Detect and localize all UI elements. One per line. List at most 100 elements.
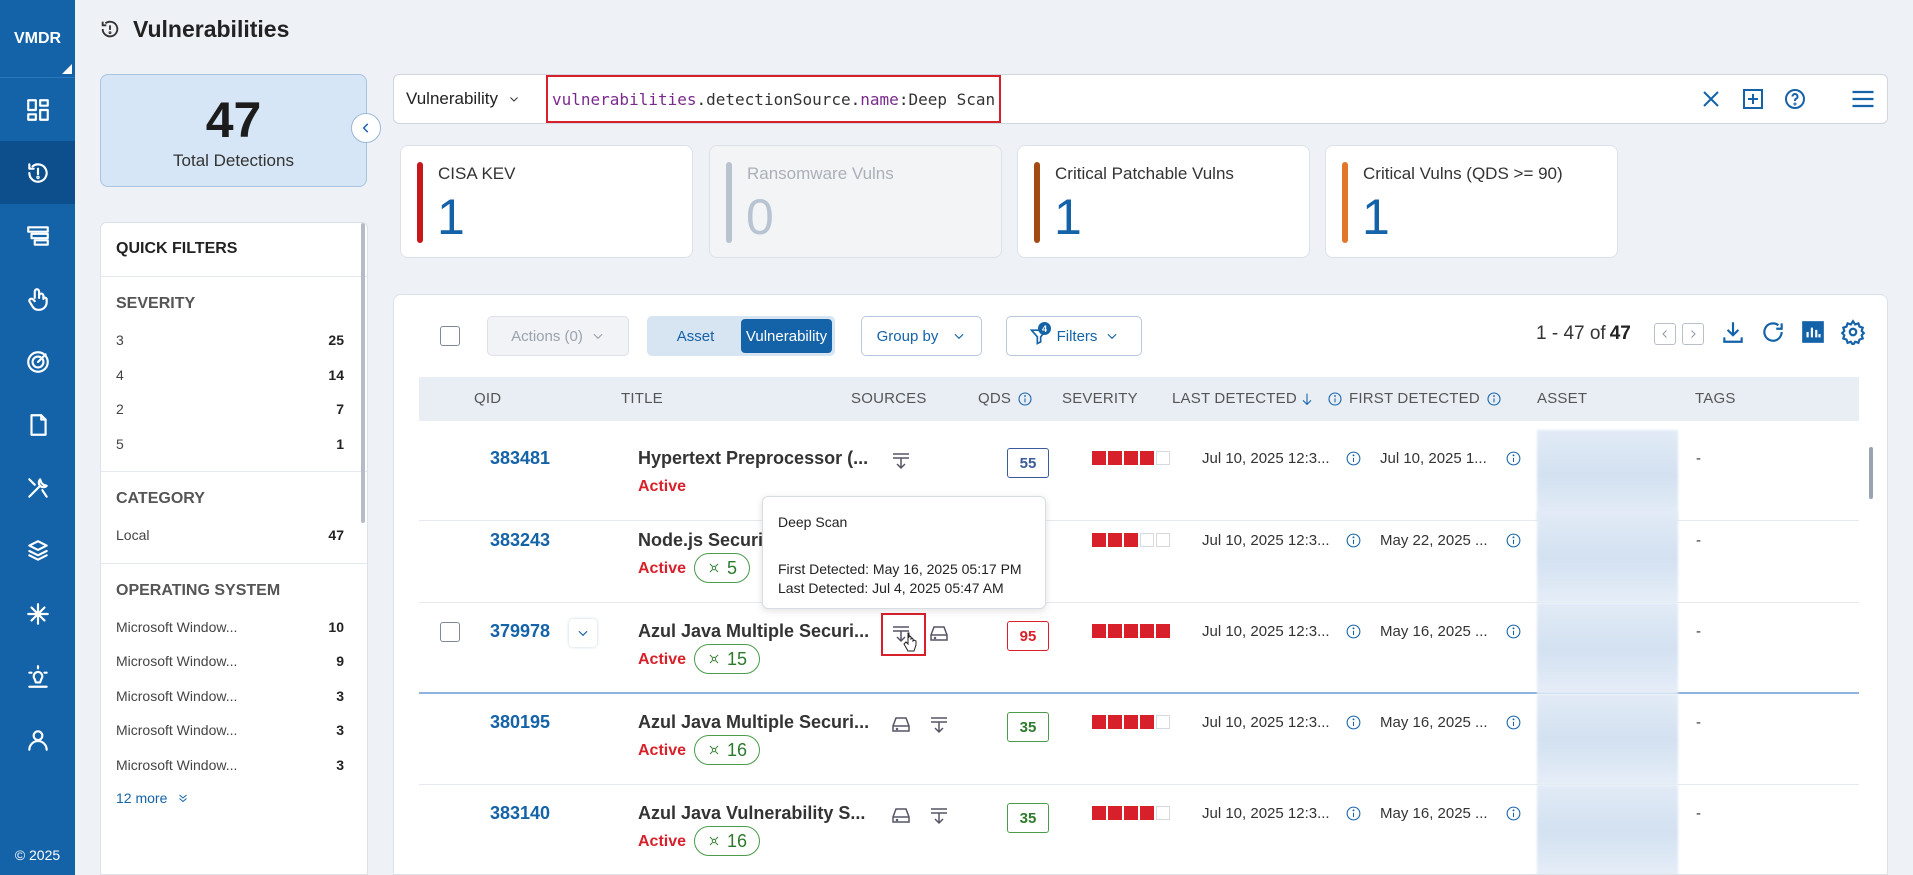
quick-filters-scrollbar[interactable] xyxy=(361,223,365,523)
os-filter-item[interactable]: Microsoft Window... 3 xyxy=(116,713,352,748)
expand-row-button[interactable] xyxy=(569,619,597,647)
download-icon[interactable] xyxy=(1720,319,1746,345)
column-header-severity[interactable]: SEVERITY xyxy=(1062,377,1138,421)
severity-filter-item[interactable]: 27 xyxy=(116,392,352,427)
settings-gear-icon[interactable] xyxy=(1840,319,1866,345)
stat-card-cisa-kev[interactable]: CISA KEV 1 xyxy=(400,145,693,258)
select-all-checkbox[interactable] xyxy=(440,326,460,346)
add-query-icon[interactable] xyxy=(1741,87,1765,111)
vuln-title[interactable]: Node.js Securit xyxy=(638,530,769,551)
agent-source-icon[interactable] xyxy=(889,712,913,736)
nav-users[interactable] xyxy=(0,708,75,771)
nav-reports[interactable] xyxy=(0,393,75,456)
info-icon[interactable] xyxy=(1345,805,1362,822)
info-icon[interactable] xyxy=(1505,623,1522,640)
nav-vulnerabilities[interactable] xyxy=(0,141,75,204)
info-icon[interactable] xyxy=(1505,805,1522,822)
info-icon[interactable] xyxy=(1505,450,1522,467)
info-icon[interactable] xyxy=(1486,391,1502,407)
threat-count-badge[interactable]: 5 xyxy=(694,553,751,583)
deep-scan-source-icon[interactable] xyxy=(889,448,913,472)
table-row[interactable]: 383481 Hypertext Preprocessor (... Activ… xyxy=(419,430,1859,521)
info-icon[interactable] xyxy=(1345,714,1362,731)
filters-button[interactable]: 4 Filters xyxy=(1006,316,1142,356)
show-more-link[interactable]: 12 more xyxy=(116,782,352,820)
search-query-input[interactable]: vulnerabilities. detectionSource. name:Dee… xyxy=(546,75,1002,123)
os-filter-item[interactable]: Microsoft Window... 10 xyxy=(116,610,352,645)
os-filter-item[interactable]: Microsoft Window... 3 xyxy=(116,679,352,714)
stat-card-ransomware[interactable]: Ransomware Vulns 0 xyxy=(709,145,1002,258)
qid-link[interactable]: 383481 xyxy=(490,448,550,469)
view-asset-button[interactable]: Asset xyxy=(650,319,741,353)
help-icon[interactable] xyxy=(1783,87,1807,111)
asset-redacted[interactable] xyxy=(1537,512,1678,603)
row-checkbox[interactable] xyxy=(440,622,460,642)
info-icon[interactable] xyxy=(1505,532,1522,549)
os-filter-item[interactable]: Microsoft Window... 3 xyxy=(116,748,352,783)
asset-redacted[interactable] xyxy=(1537,603,1678,694)
actions-button[interactable]: Actions (0) xyxy=(487,316,629,356)
table-row[interactable]: 380195 Azul Java Multiple Securi... Acti… xyxy=(419,694,1859,785)
info-icon[interactable] xyxy=(1017,391,1033,407)
column-header-qid[interactable]: QID xyxy=(474,377,501,421)
nav-scans[interactable] xyxy=(0,330,75,393)
view-vulnerability-button[interactable]: Vulnerability xyxy=(741,319,832,353)
vuln-title[interactable]: Azul Java Multiple Securi... xyxy=(638,621,869,642)
nav-configuration[interactable] xyxy=(0,582,75,645)
info-icon[interactable] xyxy=(1345,450,1362,467)
menu-icon[interactable] xyxy=(1849,85,1877,113)
info-icon[interactable] xyxy=(1345,532,1362,549)
column-header-qds[interactable]: QDS xyxy=(978,377,1033,421)
table-row[interactable]: 379978 Azul Java Multiple Securi... Acti… xyxy=(419,603,1859,694)
agent-source-icon[interactable] xyxy=(889,803,913,827)
refresh-icon[interactable] xyxy=(1760,319,1786,345)
info-icon[interactable] xyxy=(1505,714,1522,731)
table-scrollbar[interactable] xyxy=(1869,447,1873,499)
column-header-asset[interactable]: ASSET xyxy=(1537,377,1587,421)
info-icon[interactable] xyxy=(1327,391,1343,407)
nav-knowledgebase[interactable] xyxy=(0,645,75,708)
agent-source-icon[interactable] xyxy=(927,621,951,645)
table-row[interactable]: 383243 Node.js Securit Active 5 Jul 10, … xyxy=(419,512,1859,603)
clear-search-icon[interactable] xyxy=(1699,87,1723,111)
severity-filter-item[interactable]: 3 25 xyxy=(116,323,352,358)
qid-link[interactable]: 383243 xyxy=(490,530,550,551)
severity-filter-item[interactable]: 51 xyxy=(116,427,352,462)
asset-redacted[interactable] xyxy=(1537,430,1678,521)
asset-redacted[interactable] xyxy=(1537,694,1678,785)
nav-prioritization[interactable] xyxy=(0,204,75,267)
nav-responses[interactable] xyxy=(0,267,75,330)
column-header-title[interactable]: TITLE xyxy=(621,377,663,421)
severity-filter-item[interactable]: 4 14 xyxy=(116,358,352,393)
nav-assets[interactable] xyxy=(0,519,75,582)
chart-icon[interactable] xyxy=(1800,319,1826,345)
column-header-last-detected[interactable]: LAST DETECTED xyxy=(1172,377,1343,421)
search-scope-dropdown[interactable]: Vulnerability xyxy=(394,89,546,109)
vuln-title[interactable]: Hypertext Preprocessor (... xyxy=(638,448,868,469)
nav-tools[interactable] xyxy=(0,456,75,519)
previous-page-button[interactable] xyxy=(1654,323,1676,345)
column-header-first-detected[interactable]: FIRST DETECTED xyxy=(1349,377,1502,421)
qid-link[interactable]: 380195 xyxy=(490,712,550,733)
qid-link[interactable]: 379978 xyxy=(490,621,550,642)
group-by-dropdown[interactable]: Group by xyxy=(861,316,982,356)
app-brand[interactable]: VMDR xyxy=(0,0,75,78)
stat-card-critical-qds[interactable]: Critical Vulns (QDS >= 90) 1 xyxy=(1325,145,1618,258)
nav-dashboard[interactable] xyxy=(0,78,75,141)
category-filter-item[interactable]: Local 47 xyxy=(116,518,352,553)
threat-count-badge[interactable]: 15 xyxy=(694,644,761,674)
column-header-sources[interactable]: SOURCES xyxy=(851,377,927,421)
asset-redacted[interactable] xyxy=(1537,785,1678,874)
os-filter-item[interactable]: Microsoft Window... 9 xyxy=(116,644,352,679)
vuln-title[interactable]: Azul Java Multiple Securi... xyxy=(638,712,869,733)
table-row[interactable]: 383140 Azul Java Vulnerability S... Acti… xyxy=(419,785,1859,874)
qid-link[interactable]: 383140 xyxy=(490,803,550,824)
info-icon[interactable] xyxy=(1345,623,1362,640)
deep-scan-source-icon[interactable] xyxy=(927,712,951,736)
sort-descending-icon[interactable] xyxy=(1299,391,1315,407)
threat-count-badge[interactable]: 16 xyxy=(694,826,761,856)
deep-scan-source-icon[interactable] xyxy=(927,803,951,827)
vuln-title[interactable]: Azul Java Vulnerability S... xyxy=(638,803,865,824)
threat-count-badge[interactable]: 16 xyxy=(694,735,761,765)
stat-card-critical-patchable[interactable]: Critical Patchable Vulns 1 xyxy=(1017,145,1310,258)
